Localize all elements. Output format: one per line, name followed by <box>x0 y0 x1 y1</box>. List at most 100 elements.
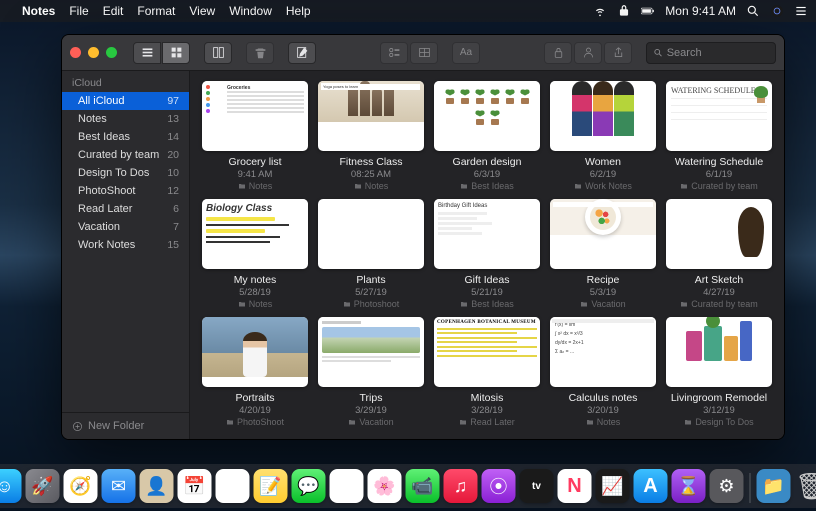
lock-note-button[interactable] <box>544 42 572 64</box>
sidebar-item-design-to-dos[interactable]: Design To Dos10 <box>62 164 189 182</box>
notification-center-icon[interactable] <box>794 4 808 18</box>
window-menu[interactable]: Window <box>229 4 272 18</box>
new-note-button[interactable] <box>288 42 316 64</box>
file-menu[interactable]: File <box>69 4 88 18</box>
note-date: 6/1/19 <box>706 169 732 180</box>
dock-appstore[interactable]: A <box>634 469 668 503</box>
note-card[interactable]: Birthday Gift Ideas Gift Ideas 5/21/19 B… <box>434 199 540 309</box>
collaborate-button[interactable] <box>574 42 602 64</box>
note-card[interactable]: WATERING SCHEDULE Watering Schedule 6/1/… <box>666 81 772 191</box>
sidebar-item-best-ideas[interactable]: Best Ideas14 <box>62 128 189 146</box>
note-card[interactable]: Biology Class My notes 5/28/19 Notes <box>202 199 308 309</box>
dock: ☺🚀🧭✉👤📅☑📝💬🗺🌸📹♫⦿tvN📈A⌛⚙ 📁🗑 <box>0 464 816 508</box>
dock-notes[interactable]: 📝 <box>254 469 288 503</box>
folder-icon <box>680 300 688 308</box>
sidebar-item-label: Design To Dos <box>78 167 149 179</box>
siri-icon[interactable] <box>770 4 784 18</box>
sidebar-item-read-later[interactable]: Read Later6 <box>62 200 189 218</box>
delete-button[interactable] <box>246 42 274 64</box>
note-card[interactable]: f'(x) = lim∫ x² dx = x³/3dy/dx = 2x+1Σ a… <box>550 317 656 427</box>
dock-safari[interactable]: 🧭 <box>64 469 98 503</box>
edit-menu[interactable]: Edit <box>103 4 124 18</box>
dock-screentime[interactable]: ⌛ <box>672 469 706 503</box>
zoom-button[interactable] <box>106 47 117 58</box>
note-card[interactable]: COPENHAGEN BOTANICAL MUSEUM Mitosis 3/28… <box>434 317 540 427</box>
dock-settings[interactable]: ⚙ <box>710 469 744 503</box>
note-card[interactable]: Yoga poses to learn Fitness Class 08:25 … <box>318 81 424 191</box>
note-thumbnail: COPENHAGEN BOTANICAL MUSEUM <box>434 317 540 387</box>
lock-icon[interactable] <box>617 4 631 18</box>
format-menu[interactable]: Format <box>137 4 175 18</box>
note-card[interactable]: Plants 5/27/19 Photoshoot <box>318 199 424 309</box>
minimize-button[interactable] <box>88 47 99 58</box>
dock-music[interactable]: ♫ <box>444 469 478 503</box>
dock-calendar[interactable]: 📅 <box>178 469 212 503</box>
dock-trash[interactable]: 🗑 <box>795 469 816 503</box>
app-menu[interactable]: Notes <box>22 4 55 18</box>
note-card[interactable]: Art Sketch 4/27/19 Curated by team <box>666 199 772 309</box>
format-button[interactable]: Aa <box>452 42 480 64</box>
note-date: 6/2/19 <box>590 169 616 180</box>
wifi-icon[interactable] <box>593 4 607 18</box>
dock-messages[interactable]: 💬 <box>292 469 326 503</box>
sidebar-item-label: PhotoShoot <box>78 185 136 197</box>
sidebar-item-curated-by-team[interactable]: Curated by team20 <box>62 146 189 164</box>
sidebar-folder-list: All iCloud97Notes13Best Ideas14Curated b… <box>62 92 189 412</box>
sidebar-item-all-icloud[interactable]: All iCloud97 <box>62 92 189 110</box>
dock-tv[interactable]: tv <box>520 469 554 503</box>
dock-finder[interactable]: ☺ <box>0 469 22 503</box>
note-card[interactable]: Recipe 5/3/19 Vacation <box>550 199 656 309</box>
dock-contacts[interactable]: 👤 <box>140 469 174 503</box>
sidebar-item-notes[interactable]: Notes13 <box>62 110 189 128</box>
note-card[interactable]: Women 6/2/19 Work Notes <box>550 81 656 191</box>
dock-reminders[interactable]: ☑ <box>216 469 250 503</box>
folder-icon <box>680 182 688 190</box>
sidebar-item-label: Notes <box>78 113 107 125</box>
dock-maps[interactable]: 🗺 <box>330 469 364 503</box>
battery-icon[interactable] <box>641 4 655 18</box>
help-menu[interactable]: Help <box>286 4 311 18</box>
note-card[interactable]: Livingroom Remodel 3/12/19 Design To Dos <box>666 317 772 427</box>
dock-podcasts[interactable]: ⦿ <box>482 469 516 503</box>
sidebar-item-label: Work Notes <box>78 239 135 251</box>
list-view-button[interactable] <box>133 42 161 64</box>
notes-window: Aa iCloud All iCloud97Notes13Best Ideas1… <box>61 34 785 440</box>
notes-gallery[interactable]: Groceries Grocery list 9:41 AM NotesYoga… <box>190 71 784 439</box>
new-folder-button[interactable]: New Folder <box>62 412 189 439</box>
folder-icon <box>226 418 234 426</box>
dock-mail[interactable]: ✉ <box>102 469 136 503</box>
note-card[interactable]: Groceries Grocery list 9:41 AM Notes <box>202 81 308 191</box>
note-date: 4/20/19 <box>239 405 271 416</box>
dock-photos[interactable]: 🌸 <box>368 469 402 503</box>
attachments-button[interactable] <box>204 42 232 64</box>
dock-launchpad[interactable]: 🚀 <box>26 469 60 503</box>
dock-facetime[interactable]: 📹 <box>406 469 440 503</box>
sidebar-item-count: 12 <box>167 185 179 197</box>
view-menu[interactable]: View <box>189 4 215 18</box>
note-date: 5/21/19 <box>471 287 503 298</box>
sidebar-item-work-notes[interactable]: Work Notes15 <box>62 236 189 254</box>
sidebar-item-photoshoot[interactable]: PhotoShoot 12 <box>62 182 189 200</box>
datetime[interactable]: Mon 9:41 AM <box>665 4 736 18</box>
sidebar-item-vacation[interactable]: Vacation7 <box>62 218 189 236</box>
folder-icon <box>580 300 588 308</box>
note-card[interactable]: Portraits 4/20/19 PhotoShoot <box>202 317 308 427</box>
search-field[interactable] <box>646 42 776 64</box>
dock-stocks[interactable]: 📈 <box>596 469 630 503</box>
share-button[interactable] <box>604 42 632 64</box>
folder-icon <box>354 182 362 190</box>
note-folder: Curated by team <box>680 299 758 309</box>
note-date: 08:25 AM <box>351 169 391 180</box>
close-button[interactable] <box>70 47 81 58</box>
note-card[interactable]: Trips 3/29/19 Vacation <box>318 317 424 427</box>
note-card[interactable]: Garden design 6/3/19 Best Ideas <box>434 81 540 191</box>
spotlight-icon[interactable] <box>746 4 760 18</box>
dock-news[interactable]: N <box>558 469 592 503</box>
dock-downloads[interactable]: 📁 <box>757 469 791 503</box>
note-thumbnail <box>666 199 772 269</box>
search-input[interactable] <box>667 47 769 59</box>
checklist-button[interactable] <box>380 42 408 64</box>
gallery-view-button[interactable] <box>162 42 190 64</box>
table-button[interactable] <box>410 42 438 64</box>
note-folder: Design To Dos <box>684 417 753 427</box>
